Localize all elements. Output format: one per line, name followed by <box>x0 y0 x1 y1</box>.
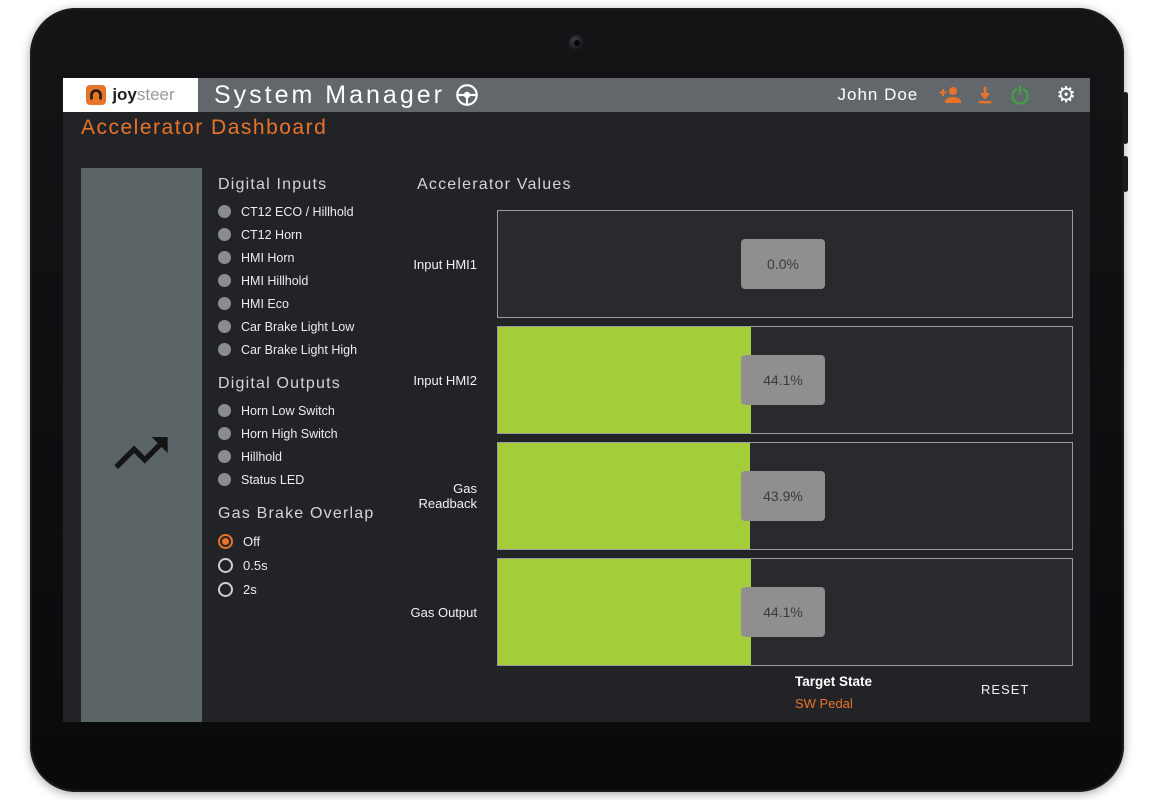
overlap-option-label: Off <box>243 534 260 549</box>
gauge-value-badge: 43.9% <box>741 471 825 521</box>
gauge-value-badge: 44.1% <box>741 587 825 637</box>
page-title: Accelerator Dashboard <box>81 116 327 140</box>
tablet-frame: joysteer System Manager John Doe <box>30 8 1124 792</box>
led-indicator <box>218 343 231 356</box>
gauge-label: Input HMI1 <box>397 257 477 272</box>
digital-output-label: Horn High Switch <box>241 427 338 441</box>
digital-input-label: HMI Horn <box>241 251 294 265</box>
radio-icon <box>218 534 233 549</box>
joysteer-logo-icon <box>86 85 106 105</box>
gauge-fill <box>498 443 750 549</box>
gauge-row-gas-readback: Gas Readback 43.9% <box>397 442 1077 550</box>
gauge-track: 44.1% <box>497 558 1073 666</box>
digital-input-label: HMI Hillhold <box>241 274 308 288</box>
camera <box>569 35 585 51</box>
dashboard-nav-button[interactable] <box>109 421 173 485</box>
download-icon <box>974 84 996 106</box>
radio-icon <box>218 558 233 573</box>
joysteer-logo: joysteer <box>63 78 198 112</box>
nav-rail <box>81 168 202 722</box>
overlap-option-label: 2s <box>243 582 257 597</box>
led-indicator <box>218 205 231 218</box>
digital-input-label: Car Brake Light Low <box>241 320 354 334</box>
led-indicator <box>218 404 231 417</box>
power-side-button <box>1123 92 1128 144</box>
gauge-row-input-hmi1: Input HMI1 0.0% <box>397 210 1077 318</box>
radio-icon <box>218 582 233 597</box>
digital-input-label: Car Brake Light High <box>241 343 357 357</box>
digital-output-label: Horn Low Switch <box>241 404 335 418</box>
gauges-panel: Input HMI1 0.0% Input HMI2 44.1% Gas Rea… <box>397 210 1077 674</box>
gear-icon: ⚙ <box>1056 84 1076 106</box>
led-indicator <box>218 427 231 440</box>
power-icon <box>1008 83 1032 107</box>
app-title: System Manager <box>214 81 445 110</box>
led-indicator <box>218 251 231 264</box>
settings-button[interactable]: ⚙ <box>1056 78 1076 112</box>
target-state-value: SW Pedal <box>795 696 872 711</box>
gauge-row-input-hmi2: Input HMI2 44.1% <box>397 326 1077 434</box>
digital-output-label: Status LED <box>241 473 304 487</box>
accelerator-values-heading: Accelerator Values <box>417 176 572 194</box>
user-name: John Doe <box>837 85 918 105</box>
overlap-option-label: 0.5s <box>243 558 268 573</box>
person-add-icon <box>938 83 962 107</box>
gauge-fill <box>498 327 751 433</box>
digital-input-label: CT12 ECO / Hillhold <box>241 205 354 219</box>
led-indicator <box>218 450 231 463</box>
gauge-track: 43.9% <box>497 442 1073 550</box>
led-indicator <box>218 297 231 310</box>
add-user-button[interactable] <box>938 78 962 112</box>
gauge-label: Gas Readback <box>397 481 477 511</box>
gauge-label: Input HMI2 <box>397 373 477 388</box>
steering-wheel-icon <box>454 82 480 108</box>
gauge-track: 0.0% <box>497 210 1073 318</box>
trending-up-icon <box>109 421 173 485</box>
volume-side-button <box>1123 156 1128 192</box>
app-bar: joysteer System Manager John Doe <box>63 78 1090 112</box>
led-indicator <box>218 320 231 333</box>
digital-input-label: CT12 Horn <box>241 228 302 242</box>
power-status-button[interactable] <box>1008 78 1032 112</box>
digital-output-label: Hillhold <box>241 450 282 464</box>
target-state: Target State SW Pedal <box>795 674 872 711</box>
download-button[interactable] <box>974 78 996 112</box>
screen: joysteer System Manager John Doe <box>63 78 1090 722</box>
led-indicator <box>218 228 231 241</box>
brand-joy: joy <box>112 85 137 105</box>
brand-steer: steer <box>137 85 175 105</box>
reset-button[interactable]: RESET <box>971 678 1039 701</box>
gauge-row-gas-output: Gas Output 44.1% <box>397 558 1077 666</box>
gauge-label: Gas Output <box>397 605 477 620</box>
gauge-track: 44.1% <box>497 326 1073 434</box>
gauge-value-badge: 44.1% <box>741 355 825 405</box>
gauge-fill <box>498 559 751 665</box>
led-indicator <box>218 274 231 287</box>
gauge-value-badge: 0.0% <box>741 239 825 289</box>
led-indicator <box>218 473 231 486</box>
digital-input-label: HMI Eco <box>241 297 289 311</box>
target-state-label: Target State <box>795 674 872 689</box>
